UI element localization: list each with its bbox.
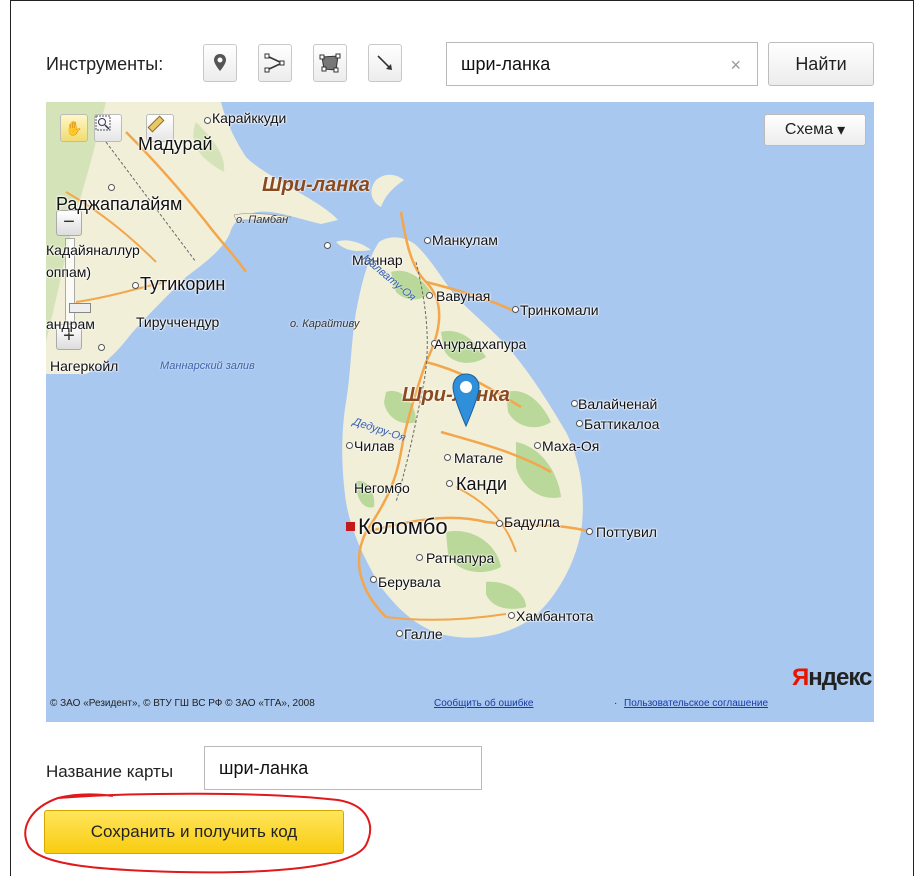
footer-separator: · (614, 698, 618, 709)
city-label: Берувала (378, 574, 441, 590)
report-error-link[interactable]: Сообщить об ошибке (434, 698, 533, 709)
city-label: Валайченай (578, 396, 658, 412)
find-button[interactable]: Найти (768, 42, 874, 86)
city-dot (98, 344, 105, 351)
city-dot (396, 630, 403, 637)
city-dot (108, 184, 115, 191)
city-label: Матале (454, 450, 504, 466)
city-dot (512, 306, 519, 313)
city-dot (204, 117, 211, 124)
city-label: Чилав (354, 438, 395, 454)
tools-label: Инструменты: (46, 54, 164, 74)
city-label: Раджапалайям (56, 194, 183, 214)
ruler-tool-button[interactable] (368, 44, 402, 82)
city-label: Мадурай (138, 134, 213, 154)
island-label: о. Карайтиву (290, 318, 360, 330)
diagonal-arrow-icon (377, 55, 392, 70)
city-label: Вавуная (436, 288, 491, 304)
city-label: Канди (456, 474, 507, 494)
city-label: Анурадхапура (434, 336, 527, 352)
city-dot (346, 442, 353, 449)
hand-icon: ✋ (65, 119, 83, 136)
city-dot (496, 520, 503, 527)
zoom-slider-thumb[interactable] (69, 303, 91, 313)
search-input[interactable] (461, 53, 711, 75)
map-name-input[interactable] (219, 757, 469, 779)
yandex-logo: Яндекс (792, 664, 872, 691)
city-label: оппам) (46, 264, 92, 280)
city-dot (426, 292, 433, 299)
city-label: Кадайяналлур (46, 242, 140, 258)
user-agreement-link[interactable]: Пользовательское соглашение (624, 698, 768, 709)
city-label: Тутикорин (140, 274, 226, 294)
map-type-dropdown[interactable]: Схема ▾ (764, 114, 866, 146)
sea-label: Маннарский залив (160, 360, 255, 372)
polygon-icon (319, 53, 341, 73)
zoom-area-tool-button[interactable] (94, 114, 122, 142)
polygon-tool-button[interactable] (313, 44, 347, 82)
magnifier-icon (95, 115, 111, 131)
capital-marker (346, 522, 355, 531)
pin-icon (214, 54, 226, 71)
city-label: Карайккуди (212, 110, 287, 126)
city-dot (534, 442, 541, 449)
map-type-label: Схема (784, 121, 834, 138)
city-dot (132, 282, 139, 289)
hand-tool-button[interactable]: ✋ (60, 114, 88, 142)
city-dot (370, 576, 377, 583)
city-dot (571, 400, 578, 407)
city-label: андрам (46, 316, 95, 332)
city-label: Поттувил (596, 524, 657, 540)
copyright-text: © ЗАО «Резидент», © ВТУ ГШ ВС РФ © ЗАО «… (50, 698, 315, 709)
polyline-tool-button[interactable] (258, 44, 292, 82)
city-label: Хамбантота (516, 608, 594, 624)
city-dot (424, 237, 431, 244)
map-name-field[interactable] (204, 746, 482, 790)
city-label: Галле (404, 626, 443, 642)
city-label: Негомбо (354, 480, 410, 496)
ruler-icon (147, 115, 165, 133)
map-name-label: Название карты (46, 762, 174, 781)
city-label: Нагеркойл (50, 358, 119, 374)
country-label: Шри-ланка (262, 174, 370, 196)
city-dot (444, 454, 451, 461)
city-label: Бадулла (504, 514, 560, 530)
city-dot (416, 554, 423, 561)
city-dot (576, 420, 583, 427)
search-field[interactable]: × (446, 42, 758, 86)
city-label: Ратнапура (426, 550, 495, 566)
location-pin-icon (452, 373, 480, 428)
clear-icon[interactable]: × (730, 55, 741, 76)
island-label: о. Памбан (236, 214, 289, 226)
city-dot (508, 612, 515, 619)
red-highlight-ellipse (24, 792, 371, 874)
city-label: Манкулам (432, 232, 498, 248)
city-label: Тируччендур (136, 314, 220, 330)
city-dot (324, 242, 331, 249)
city-dot (586, 528, 593, 535)
city-label: Маха-Оя (542, 438, 600, 454)
placemark-tool-button[interactable] (203, 44, 237, 82)
polyline-icon (264, 53, 285, 73)
city-dot (446, 480, 453, 487)
city-label: Коломбо (358, 514, 448, 539)
city-label: Баттикалоа (584, 416, 660, 432)
map-footer: © ЗАО «Резидент», © ВТУ ГШ ВС РФ © ЗАО «… (46, 694, 874, 714)
city-label: Тринкомали (520, 302, 599, 318)
map-view[interactable]: ✋ Схема ▾ − + Карайккуди Мадурай Раджапа… (46, 102, 874, 722)
chevron-down-icon: ▾ (837, 122, 846, 139)
